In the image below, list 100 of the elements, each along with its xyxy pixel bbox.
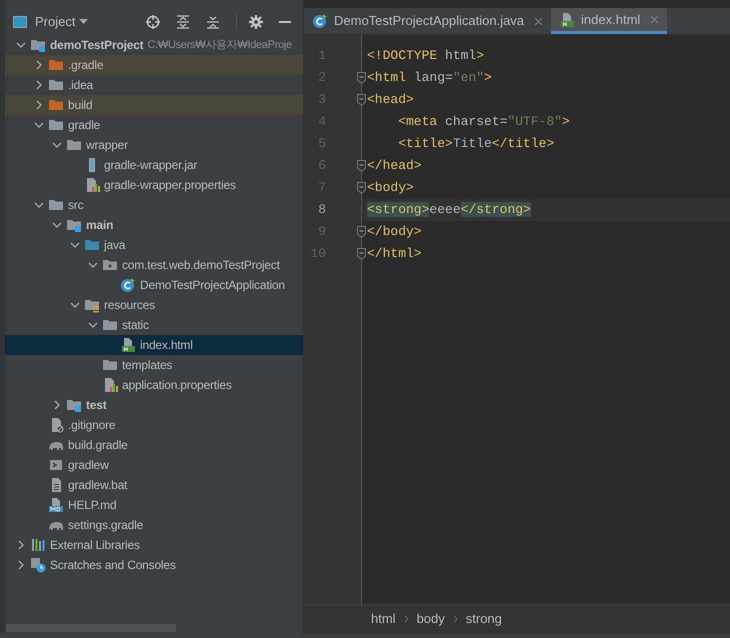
code-line: </html>	[367, 245, 422, 264]
code-line: </head>	[367, 157, 422, 176]
fold-marker-icon[interactable]	[357, 72, 366, 84]
tree-item-label: gradle-wrapper.properties	[104, 177, 236, 194]
chevron-right-icon	[404, 615, 409, 623]
tree-row[interactable]: src	[5, 195, 303, 215]
editor-tab[interactable]: DemoTestProjectApplication.java	[304, 8, 552, 34]
tree-row[interactable]: Scratches and Consoles	[5, 555, 303, 575]
chevron-down-icon[interactable]	[52, 140, 62, 150]
tree-row[interactable]: .idea	[5, 75, 303, 95]
tree-item-label: gradle	[68, 117, 100, 134]
package-folder-icon	[102, 257, 118, 273]
folder-icon	[48, 197, 64, 213]
code-line: <title>Title</title>	[397, 135, 554, 154]
editor-tab[interactable]: index.html	[551, 8, 668, 34]
chevron-down-icon[interactable]	[52, 220, 62, 230]
folder-icon	[102, 317, 118, 333]
tree-row[interactable]: .gitignore	[5, 415, 303, 435]
chevron-down-icon[interactable]	[88, 260, 98, 270]
code-line: <strong>eeee</strong>	[367, 201, 531, 220]
tree-row[interactable]: settings.gradle	[5, 515, 303, 535]
tree-row[interactable]: com.test.web.demoTestProject	[5, 255, 303, 275]
tree-row[interactable]: HELP.md	[5, 495, 303, 515]
tree-row[interactable]: gradle-wrapper.properties	[5, 175, 303, 195]
code-line: <!DOCTYPE html>	[367, 47, 484, 66]
tree-row[interactable]: application.properties	[5, 375, 303, 395]
tree-row[interactable]: index.html	[5, 335, 303, 355]
tree-row[interactable]: .gradle	[5, 55, 303, 75]
close-icon[interactable]	[534, 16, 544, 26]
html-file-icon	[559, 12, 576, 28]
tree-row[interactable]: static	[5, 315, 303, 335]
locate-icon[interactable]	[146, 14, 160, 28]
scratch-file-icon	[30, 557, 46, 573]
tree-row[interactable]: External Libraries	[5, 535, 303, 555]
tree-item-label: build	[68, 97, 92, 114]
chevron-right-icon[interactable]	[34, 80, 44, 90]
chevron-down-icon[interactable]	[70, 300, 80, 310]
chevron-down-icon[interactable]	[16, 40, 26, 50]
tree-item-label: java	[104, 237, 126, 254]
tree-row[interactable]: test	[5, 395, 303, 415]
class-icon	[312, 13, 328, 29]
tree-item-label: resources	[104, 297, 155, 314]
terminal-icon	[48, 457, 64, 473]
caret-icon	[79, 18, 88, 24]
chevron-right-icon[interactable]	[16, 560, 26, 570]
tree-row[interactable]: DemoTestProjectApplication	[5, 275, 303, 295]
horizontal-scrollbar[interactable]	[6, 624, 176, 632]
tree-row[interactable]: demoTestProject C:₩Users₩사용자₩IdeaProje	[5, 35, 303, 55]
fold-marker-icon[interactable]	[357, 182, 366, 194]
tree-item-label: wrapper	[86, 137, 128, 154]
code-line: <html lang="en">	[367, 69, 492, 88]
tree-item-label: build.gradle	[68, 437, 128, 454]
chevron-right-icon[interactable]	[34, 60, 44, 70]
tree-row[interactable]: wrapper	[5, 135, 303, 155]
folder-icon	[48, 57, 64, 73]
breadcrumb[interactable]: html	[371, 609, 396, 629]
chevron-down-icon[interactable]	[34, 200, 44, 210]
chevron-right-icon[interactable]	[52, 400, 62, 410]
tree-row[interactable]: gradlew.bat	[5, 475, 303, 495]
chevron-down-icon[interactable]	[88, 320, 98, 330]
folder-icon	[48, 117, 64, 133]
fold-marker-icon[interactable]	[357, 160, 366, 172]
expand-all-icon[interactable]	[176, 14, 190, 28]
tree-row[interactable]: gradlew	[5, 455, 303, 475]
tree-item-label: gradlew	[68, 457, 109, 474]
tree-row[interactable]: build	[5, 95, 303, 115]
tree-row[interactable]: gradle-wrapper.jar	[5, 155, 303, 175]
tree-row[interactable]: main	[5, 215, 303, 235]
chevron-right-icon[interactable]	[34, 100, 44, 110]
folder-icon	[48, 97, 64, 113]
tree-item-label: com.test.web.demoTestProject	[122, 257, 280, 274]
project-view-dropdown[interactable]: Project	[35, 12, 88, 32]
breadcrumb[interactable]: strong	[466, 609, 502, 629]
chevron-down-icon[interactable]	[34, 120, 44, 130]
code-line: <body>	[367, 179, 414, 198]
breadcrumb[interactable]: body	[416, 609, 445, 629]
tree-row[interactable]: build.gradle	[5, 435, 303, 455]
tree-item-label: gradlew.bat	[68, 477, 128, 494]
tree-row[interactable]: gradle	[5, 115, 303, 135]
fold-marker-icon[interactable]	[357, 248, 366, 260]
fold-marker-icon[interactable]	[357, 226, 366, 238]
path-hint: C:₩Users₩사용자₩IdeaProje	[147, 38, 292, 53]
panel-window-icon	[13, 16, 27, 28]
tree-item-label: test	[86, 397, 107, 414]
collapse-all-icon[interactable]	[206, 14, 220, 28]
code-line: </body>	[367, 223, 422, 242]
tree-item-label: .idea	[68, 77, 94, 94]
tree-row[interactable]: resources	[5, 295, 303, 315]
minimize-icon[interactable]	[279, 20, 291, 22]
properties-file-icon	[84, 177, 100, 193]
settings-icon[interactable]	[249, 14, 263, 28]
chevron-down-icon[interactable]	[70, 240, 80, 250]
chevron-right-icon[interactable]	[16, 540, 26, 550]
tree-row[interactable]: java	[5, 235, 303, 255]
line-number: 8	[317, 201, 326, 220]
fold-marker-icon[interactable]	[357, 94, 366, 106]
tab-label: index.html	[581, 10, 640, 29]
tree-item-label: templates	[122, 357, 172, 374]
folder-icon	[102, 357, 118, 373]
tree-row[interactable]: templates	[5, 355, 303, 375]
